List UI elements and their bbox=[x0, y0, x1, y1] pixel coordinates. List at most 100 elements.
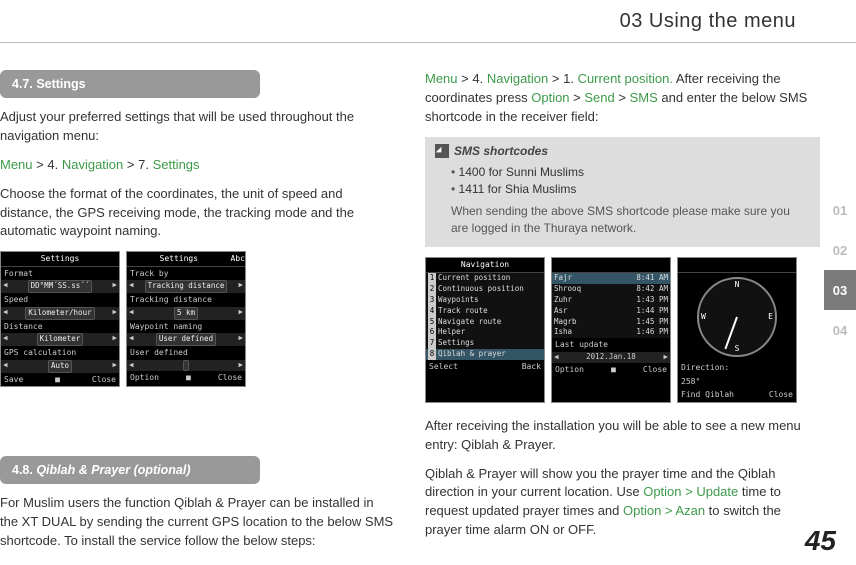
path-option: Option bbox=[531, 90, 569, 105]
compass-icon: N S E W bbox=[697, 277, 777, 357]
ptime: 8:41 AM bbox=[636, 273, 668, 284]
direction-label: Direction: bbox=[681, 362, 729, 374]
phone-navigation-menu: Navigation 1Current position 2Continuous… bbox=[425, 257, 545, 402]
settings-desc: Choose the format of the coordinates, th… bbox=[0, 185, 395, 242]
phone-title: Navigation bbox=[426, 258, 544, 273]
header-rule bbox=[0, 42, 856, 43]
ptime: 1:43 PM bbox=[636, 295, 668, 306]
ptime: 1:45 PM bbox=[636, 317, 668, 328]
lbl: GPS calculation bbox=[4, 347, 76, 359]
pname: Asr bbox=[554, 306, 568, 317]
after-install-text: After receiving the installation you wil… bbox=[425, 417, 820, 455]
compass-e: E bbox=[768, 311, 773, 323]
item: Qiblah & prayer bbox=[438, 349, 506, 360]
phone-title: Settings bbox=[1, 252, 119, 267]
pname: Shrooq bbox=[554, 284, 581, 295]
right-column: Menu > 4. Navigation > 1. Current positi… bbox=[425, 70, 820, 561]
softkey-left: Option bbox=[555, 364, 584, 376]
ptime: 8:42 AM bbox=[636, 284, 668, 295]
pname: Fajr bbox=[554, 273, 572, 284]
softkey-left: Select bbox=[429, 361, 458, 373]
path-menu: Menu bbox=[425, 71, 458, 86]
item: Track route bbox=[438, 306, 488, 317]
lbl: Format bbox=[4, 268, 33, 280]
lbl: Speed bbox=[4, 294, 28, 306]
ptime: 1:44 PM bbox=[636, 306, 668, 317]
softkey-right: Close bbox=[643, 364, 667, 376]
compass-w: W bbox=[701, 311, 706, 323]
left-column: 4.7. Settings Adjust your preferred sett… bbox=[0, 70, 395, 561]
compass-s: S bbox=[735, 343, 740, 355]
settings-screenshots: Settings Format ◀DD°MM´SS.ss´´▶ Speed ◀K… bbox=[0, 251, 395, 387]
option-update: Option > Update bbox=[643, 484, 738, 499]
compass-n: N bbox=[735, 279, 740, 291]
sms-shortcodes-box: SMS shortcodes 1400 for Sunni Muslims 14… bbox=[425, 137, 820, 248]
sms-note: When sending the above SMS shortcode ple… bbox=[451, 203, 810, 238]
item: Navigate route bbox=[438, 317, 501, 328]
settings-path: Menu > 4. Navigation > 7. Settings bbox=[0, 156, 395, 175]
section-header-settings: 4.7. Settings bbox=[0, 70, 260, 98]
sms-shortcode-list: 1400 for Sunni Muslims 1411 for Shia Mus… bbox=[451, 164, 810, 199]
page-number: 45 bbox=[805, 525, 836, 557]
path-4: 4. bbox=[47, 157, 61, 172]
phone-settings-2: Settings Abc Track by ◀Tracking distance… bbox=[126, 251, 246, 387]
sms-code-shia: 1411 for Shia Muslims bbox=[451, 181, 810, 198]
val bbox=[183, 360, 189, 371]
direction-deg: 258° bbox=[681, 376, 700, 388]
p1: 1. bbox=[563, 71, 577, 86]
p4: 4. bbox=[472, 71, 486, 86]
lbl: Distance bbox=[4, 321, 43, 333]
side-tab-01[interactable]: 01 bbox=[824, 190, 856, 230]
section-header-qiblah: 4.8. Qiblah & Prayer (optional) bbox=[0, 456, 260, 484]
side-tab-04[interactable]: 04 bbox=[824, 310, 856, 350]
path-nav: Navigation bbox=[487, 71, 548, 86]
lbl: Tracking distance bbox=[130, 294, 212, 306]
val: DD°MM´SS.ss´´ bbox=[28, 280, 93, 293]
softkey-left: Option bbox=[130, 372, 159, 384]
qiblah-desc: For Muslim users the function Qiblah & P… bbox=[0, 494, 395, 551]
phone-title: Settings Abc bbox=[127, 252, 245, 267]
option-azan: Option > Azan bbox=[623, 503, 705, 518]
arrow-down-right-icon bbox=[435, 144, 449, 158]
val: Auto bbox=[48, 360, 72, 373]
item: Current position bbox=[438, 273, 510, 284]
softkey-left: Find Qiblah bbox=[681, 389, 734, 401]
item: Settings bbox=[438, 338, 474, 349]
pname: Zuhr bbox=[554, 295, 572, 306]
item: Waypoints bbox=[438, 295, 479, 306]
val: 5 km bbox=[174, 307, 198, 320]
softkey-right: Close bbox=[769, 389, 793, 401]
phone-qiblah-compass: N S E W Direction: 258° Find Qiblah Close bbox=[677, 257, 797, 402]
date: 2012.Jan.18 bbox=[586, 352, 636, 363]
path-menu: Menu bbox=[0, 157, 33, 172]
path-nav: Navigation bbox=[62, 157, 123, 172]
val: Kilometer bbox=[37, 333, 84, 346]
sms-code-sunni: 1400 for Sunni Muslims bbox=[451, 164, 810, 181]
path-sms: SMS bbox=[630, 90, 658, 105]
val: Kilometer/hour bbox=[25, 307, 94, 320]
side-tab-02[interactable]: 02 bbox=[824, 230, 856, 270]
lbl: Track by bbox=[130, 268, 169, 280]
phone-prayer-times: Fajr 8:41 AM Shrooq 8:42 AM Zuhr 1:43 PM As… bbox=[551, 257, 671, 402]
last-update-label: Last update bbox=[555, 339, 608, 351]
softkey-left: Save bbox=[4, 374, 23, 386]
softkey-right: Close bbox=[218, 372, 242, 384]
softkey-right: Close bbox=[92, 374, 116, 386]
path-send: Send bbox=[584, 90, 614, 105]
qiblah-usage-text: Qiblah & Prayer will show you the prayer… bbox=[425, 465, 820, 540]
chapter-title: 03 Using the menu bbox=[620, 10, 796, 33]
pname: Isha bbox=[554, 327, 572, 338]
sms-box-title: SMS shortcodes bbox=[435, 143, 810, 160]
path-7: 7. bbox=[138, 157, 152, 172]
ptime: 1:46 PM bbox=[636, 327, 668, 338]
path-cp: Current position. bbox=[578, 71, 673, 86]
phone-settings-1: Settings Format ◀DD°MM´SS.ss´´▶ Speed ◀K… bbox=[0, 251, 120, 387]
path-settings: Settings bbox=[153, 157, 200, 172]
page-body: 4.7. Settings Adjust your preferred sett… bbox=[0, 70, 820, 561]
lbl: Waypoint naming bbox=[130, 321, 202, 333]
qiblah-screenshots: Navigation 1Current position 2Continuous… bbox=[425, 257, 820, 402]
pname: Magrb bbox=[554, 317, 577, 328]
settings-intro: Adjust your preferred settings that will… bbox=[0, 108, 395, 146]
side-tab-03[interactable]: 03 bbox=[824, 270, 856, 310]
current-position-path: Menu > 4. Navigation > 1. Current positi… bbox=[425, 70, 820, 127]
